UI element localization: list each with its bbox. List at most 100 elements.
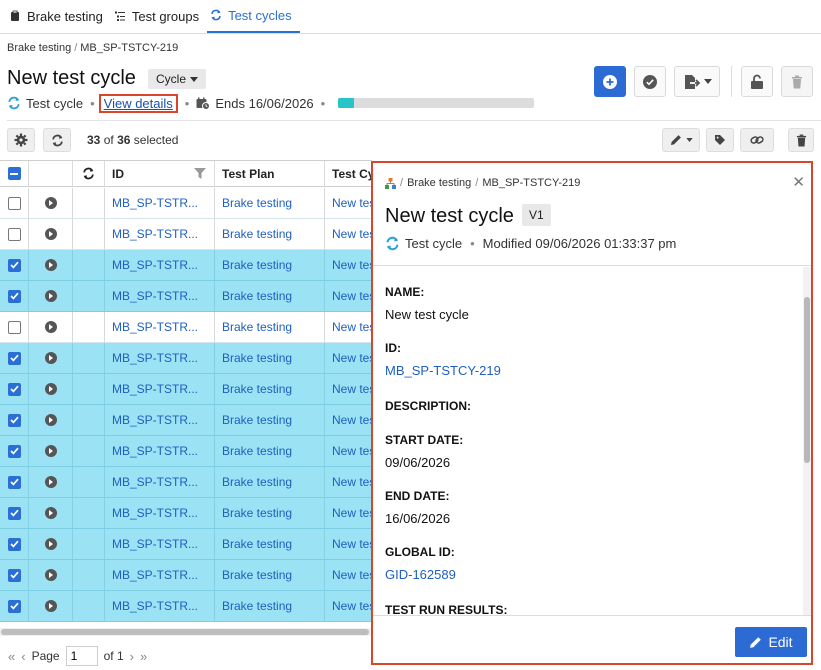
row-id-link[interactable]: MB_SP-TSTR...	[112, 382, 198, 396]
test-cycle-cell[interactable]: New tes	[325, 188, 372, 218]
row-select-cell[interactable]	[0, 560, 29, 590]
row-select-cell[interactable]	[0, 250, 29, 280]
close-icon[interactable]: ✕	[792, 173, 805, 191]
play-icon[interactable]	[44, 414, 57, 426]
row-id-link[interactable]: MB_SP-TSTR...	[112, 444, 198, 458]
approve-button[interactable]	[634, 66, 666, 97]
row-checkbox[interactable]	[7, 444, 21, 458]
test-cycle-cell[interactable]: New tes	[325, 529, 372, 559]
table-row[interactable]: MB_SP-TSTR... Brake testing New tes	[0, 374, 372, 405]
row-plan-link[interactable]: Brake testing	[222, 599, 292, 613]
play-icon[interactable]	[44, 321, 57, 333]
table-row[interactable]: MB_SP-TSTR... Brake testing New tes	[0, 529, 372, 560]
row-id-link[interactable]: MB_SP-TSTR...	[112, 227, 198, 241]
row-select-cell[interactable]	[0, 219, 29, 249]
test-cycle-cell[interactable]: New tes	[325, 467, 372, 497]
row-plan-link[interactable]: Brake testing	[222, 196, 292, 210]
test-plan-column-header[interactable]: Test Plan	[215, 161, 325, 186]
bulk-delete-button[interactable]	[788, 128, 814, 152]
id-cell[interactable]: MB_SP-TSTR...	[105, 188, 215, 218]
test-plan-cell[interactable]: Brake testing	[215, 188, 325, 218]
row-id-link[interactable]: MB_SP-TSTR...	[112, 506, 198, 520]
id-cell[interactable]: MB_SP-TSTR...	[105, 374, 215, 404]
play-icon[interactable]	[44, 600, 57, 612]
first-page-icon[interactable]: «	[8, 649, 15, 664]
play-icon[interactable]	[44, 476, 57, 488]
row-cycle-link[interactable]: New tes	[332, 568, 372, 582]
test-cycle-cell[interactable]: New tes	[325, 498, 372, 528]
row-plan-link[interactable]: Brake testing	[222, 537, 292, 551]
next-page-icon[interactable]: ›	[130, 649, 134, 664]
run-cell[interactable]	[29, 250, 73, 280]
play-icon[interactable]	[44, 383, 57, 395]
scrollbar-thumb[interactable]	[804, 297, 810, 463]
row-cycle-link[interactable]: New tes	[332, 413, 372, 427]
id-link[interactable]: MB_SP-TSTCY-219	[385, 363, 501, 378]
export-menu-button[interactable]	[674, 66, 720, 97]
test-cycle-cell[interactable]: New tes	[325, 560, 372, 590]
table-row[interactable]: MB_SP-TSTR... Brake testing New tes	[0, 250, 372, 281]
row-id-link[interactable]: MB_SP-TSTR...	[112, 599, 198, 613]
row-select-cell[interactable]	[0, 312, 29, 342]
row-plan-link[interactable]: Brake testing	[222, 475, 292, 489]
row-checkbox[interactable]	[7, 382, 21, 396]
row-id-link[interactable]: MB_SP-TSTR...	[112, 475, 198, 489]
last-page-icon[interactable]: »	[140, 649, 147, 664]
row-plan-link[interactable]: Brake testing	[222, 258, 292, 272]
row-select-cell[interactable]	[0, 374, 29, 404]
play-icon[interactable]	[44, 507, 57, 519]
row-cycle-link[interactable]: New tes	[332, 320, 372, 334]
test-plan-cell[interactable]: Brake testing	[215, 560, 325, 590]
table-row[interactable]: MB_SP-TSTR... Brake testing New tes	[0, 591, 372, 622]
scrollbar-thumb[interactable]	[1, 629, 369, 635]
play-icon[interactable]	[44, 538, 57, 550]
id-cell[interactable]: MB_SP-TSTR...	[105, 219, 215, 249]
table-row[interactable]: MB_SP-TSTR... Brake testing New tes	[0, 560, 372, 591]
row-plan-link[interactable]: Brake testing	[222, 289, 292, 303]
table-row[interactable]: MB_SP-TSTR... Brake testing New tes	[0, 498, 372, 529]
row-plan-link[interactable]: Brake testing	[222, 568, 292, 582]
edit-button[interactable]: Edit	[735, 627, 807, 657]
table-row[interactable]: MB_SP-TSTR... Brake testing New tes	[0, 436, 372, 467]
filter-icon[interactable]	[194, 168, 206, 179]
page-number-input[interactable]	[65, 646, 98, 666]
run-cell[interactable]	[29, 374, 73, 404]
row-plan-link[interactable]: Brake testing	[222, 506, 292, 520]
select-all-checkbox[interactable]	[7, 167, 21, 180]
row-cycle-link[interactable]: New tes	[332, 506, 372, 520]
row-checkbox[interactable]	[7, 227, 21, 241]
test-cycle-cell[interactable]: New tes	[325, 436, 372, 466]
prev-page-icon[interactable]: ‹	[21, 649, 25, 664]
test-cycle-cell[interactable]: New tes	[325, 219, 372, 249]
row-select-cell[interactable]	[0, 591, 29, 621]
row-checkbox[interactable]	[7, 320, 21, 334]
test-cycle-column-header[interactable]: Test Cy	[325, 161, 372, 186]
row-checkbox[interactable]	[7, 537, 21, 551]
test-cycle-cell[interactable]: New tes	[325, 343, 372, 373]
row-plan-link[interactable]: Brake testing	[222, 413, 292, 427]
test-cycle-cell[interactable]: New tes	[325, 312, 372, 342]
id-cell[interactable]: MB_SP-TSTR...	[105, 405, 215, 435]
test-cycle-cell[interactable]: New tes	[325, 250, 372, 280]
test-plan-cell[interactable]: Brake testing	[215, 343, 325, 373]
run-cell[interactable]	[29, 560, 73, 590]
sync-column-header[interactable]	[73, 161, 105, 186]
row-checkbox[interactable]	[7, 568, 21, 582]
row-id-link[interactable]: MB_SP-TSTR...	[112, 289, 198, 303]
row-select-cell[interactable]	[0, 529, 29, 559]
row-select-cell[interactable]	[0, 436, 29, 466]
row-id-link[interactable]: MB_SP-TSTR...	[112, 351, 198, 365]
id-cell[interactable]: MB_SP-TSTR...	[105, 591, 215, 621]
test-cycle-cell[interactable]: New tes	[325, 591, 372, 621]
id-cell[interactable]: MB_SP-TSTR...	[105, 560, 215, 590]
row-select-cell[interactable]	[0, 343, 29, 373]
row-id-link[interactable]: MB_SP-TSTR...	[112, 196, 198, 210]
test-plan-cell[interactable]: Brake testing	[215, 219, 325, 249]
row-cycle-link[interactable]: New tes	[332, 444, 372, 458]
test-plan-cell[interactable]: Brake testing	[215, 498, 325, 528]
row-select-cell[interactable]	[0, 467, 29, 497]
row-cycle-link[interactable]: New tes	[332, 258, 372, 272]
row-checkbox[interactable]	[7, 506, 21, 520]
row-id-link[interactable]: MB_SP-TSTR...	[112, 568, 198, 582]
row-select-cell[interactable]	[0, 188, 29, 218]
